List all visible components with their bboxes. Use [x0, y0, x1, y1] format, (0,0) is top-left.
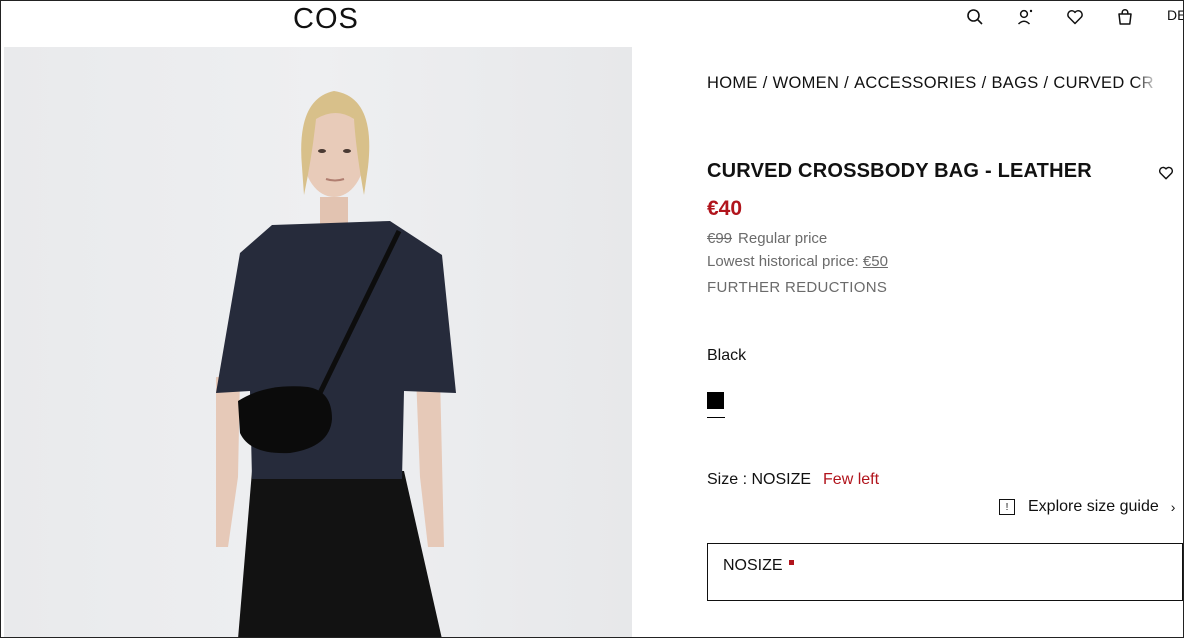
stock-status: Few left — [823, 471, 880, 488]
product-image[interactable] — [4, 47, 632, 637]
lowest-price-value: €50 — [862, 253, 888, 270]
add-to-wishlist-heart-icon[interactable] — [1158, 165, 1174, 181]
bag-icon[interactable] — [1115, 7, 1135, 27]
lowest-historical-price: Lowest historical price: €50 — [707, 253, 888, 270]
size-info: Size : NOSIZE Few left — [707, 471, 879, 489]
size-guide-icon: ! — [999, 499, 1015, 515]
required-marker — [789, 560, 794, 565]
swatch-selected-indicator — [707, 417, 725, 418]
account-icon[interactable] — [1015, 7, 1035, 27]
skirt-shape — [238, 471, 442, 637]
crossbody-bag-shape — [238, 386, 332, 454]
breadcrumb-fade — [1135, 74, 1159, 93]
regular-price: €99 Regular price — [707, 230, 827, 247]
breadcrumb-separator: / — [981, 74, 987, 92]
selected-color-name: Black — [707, 347, 747, 364]
product-title: CURVED CROSSBODY BAG - LEATHER — [707, 160, 1092, 182]
wishlist-icon[interactable] — [1065, 7, 1085, 27]
breadcrumb: HOME / WOMEN / ACCESSORIES / BAGS / CURVED CR — [707, 74, 1159, 93]
brand-logo[interactable]: COS — [293, 3, 359, 36]
regular-price-label: Regular price — [738, 230, 828, 247]
search-icon[interactable] — [965, 7, 985, 27]
language-selector[interactable]: DE — [1167, 7, 1183, 23]
breadcrumb-women[interactable]: WOMEN — [773, 74, 840, 92]
breadcrumb-accessories[interactable]: ACCESSORIES — [854, 74, 977, 92]
lowest-price-label: Lowest historical price: — [707, 253, 859, 270]
chevron-right-icon: › — [1170, 499, 1176, 515]
size-label: Size : NOSIZE — [707, 471, 812, 488]
breadcrumb-separator: / — [844, 74, 850, 92]
page-frame: COS DE — [0, 0, 1184, 638]
sale-price: €40 — [707, 197, 743, 220]
size-selector-value: NOSIZE — [723, 557, 783, 574]
breadcrumb-separator: / — [762, 74, 768, 92]
size-guide-label: Explore size guide — [1028, 498, 1159, 515]
breadcrumb-separator: / — [1043, 74, 1049, 92]
size-guide-link[interactable]: ! Explore size guide › — [999, 498, 1175, 516]
size-selector[interactable]: NOSIZE — [707, 543, 1183, 601]
breadcrumb-home[interactable]: HOME — [707, 74, 758, 92]
breadcrumb-bags[interactable]: BAGS — [991, 74, 1038, 92]
old-price: €99 — [707, 230, 733, 247]
color-swatch-black[interactable] — [707, 392, 724, 409]
further-reductions-label: FURTHER REDUCTIONS — [707, 279, 888, 296]
